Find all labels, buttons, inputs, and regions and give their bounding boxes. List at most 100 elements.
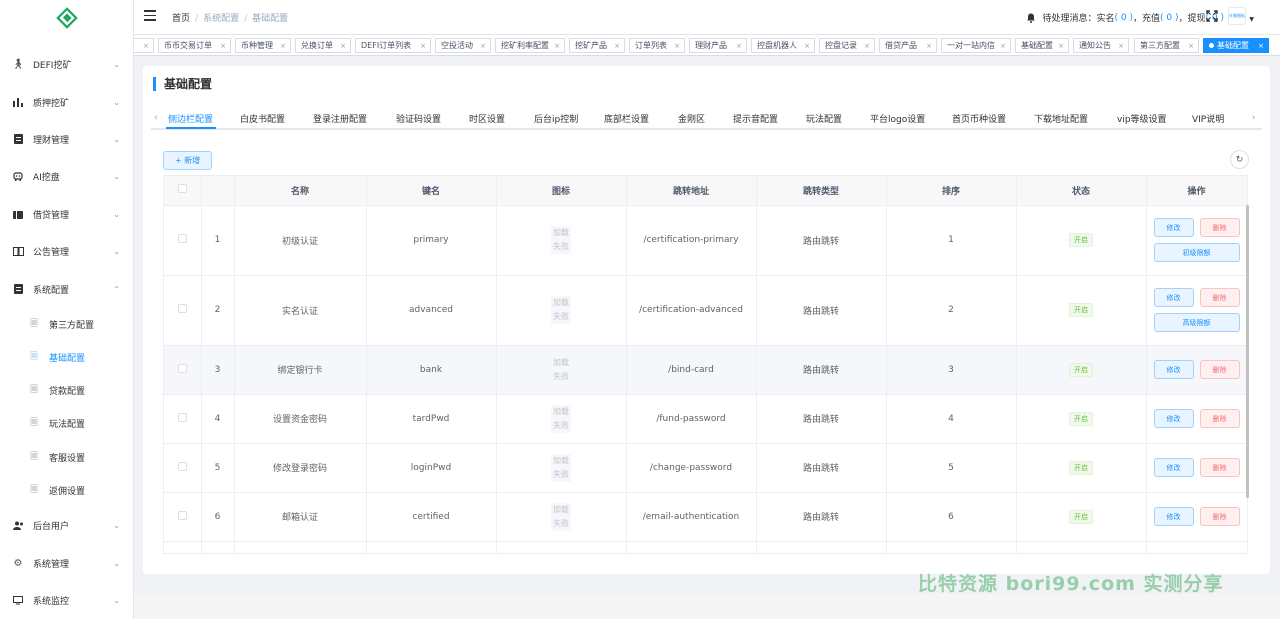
tab-home-coin-settings[interactable]: 首页币种设置	[952, 112, 1006, 125]
menu-ai-control[interactable]: AI挖盘 ⌄	[0, 163, 133, 189]
close-icon[interactable]: ×	[420, 42, 426, 50]
tag-item[interactable]: 订单列表 ×	[629, 38, 685, 53]
menu-staking-mining[interactable]: 质押挖矿 ⌄	[0, 89, 133, 115]
submenu-gameplay-config[interactable]: 🗏︎ 玩法配置	[0, 410, 133, 436]
submenu-customer-service[interactable]: 🗏︎ 客服设置	[0, 444, 133, 470]
close-icon[interactable]: ×	[864, 42, 870, 50]
delete-button[interactable]: 删除	[1199, 409, 1240, 428]
limit-button[interactable]: 初级限额	[1153, 243, 1240, 262]
menu-finance[interactable]: 理财管理 ⌄	[0, 126, 133, 152]
edit-button[interactable]: 修改	[1153, 360, 1194, 379]
tab-vip-level-settings[interactable]: vip等级设置	[1117, 112, 1167, 125]
tag-item[interactable]: 控盘记录 ×	[819, 38, 875, 53]
tab-kingkong-area[interactable]: 金刚区	[678, 112, 705, 125]
tab-sound-config[interactable]: 提示音配置	[733, 112, 778, 125]
delete-button[interactable]: 删除	[1199, 218, 1240, 237]
breadcrumb-system-config[interactable]: 系统配置	[203, 14, 239, 24]
close-icon[interactable]: ×	[554, 42, 560, 50]
edit-button[interactable]: 修改	[1153, 507, 1194, 526]
close-icon[interactable]: ×	[674, 42, 680, 50]
close-icon[interactable]: ×	[480, 42, 486, 50]
tag-item[interactable]: 借贷产品 ×	[879, 38, 937, 53]
tab-captcha-settings[interactable]: 验证码设置	[396, 112, 441, 125]
select-all-checkbox[interactable]	[177, 184, 187, 194]
delete-button[interactable]: 删除	[1199, 360, 1240, 379]
close-icon[interactable]: ×	[1000, 42, 1006, 50]
close-icon[interactable]: ×	[804, 42, 810, 50]
edit-button[interactable]: 修改	[1153, 458, 1194, 477]
menu-admin-users[interactable]: 后台用户 ⌄	[0, 512, 133, 538]
submenu-loan-config[interactable]: 🗏︎ 贷款配置	[0, 377, 133, 403]
limit-button[interactable]: 高级限额	[1153, 313, 1240, 332]
tag-item[interactable]: 挖矿利率配置 ×	[495, 38, 565, 53]
menu-defi-mining[interactable]: 🚶︎ DEFI挖矿 ⌄	[0, 51, 133, 77]
close-icon[interactable]: ×	[220, 42, 226, 50]
tag-item[interactable]: 币币交易订单 ×	[158, 38, 231, 53]
edit-button[interactable]: 修改	[1153, 409, 1194, 428]
close-icon[interactable]: ×	[1258, 42, 1264, 50]
avatar[interactable]: 头像图标	[1228, 7, 1246, 25]
row-checkbox[interactable]	[177, 234, 187, 243]
tag-item-active[interactable]: 基础配置 ×	[1203, 38, 1269, 53]
tab-sidebar-config[interactable]: 侧边栏配置	[168, 112, 213, 125]
edit-button[interactable]: 修改	[1153, 218, 1194, 237]
tag-item[interactable]: 理财产品 ×	[689, 38, 747, 53]
fullscreen-icon[interactable]	[1206, 10, 1218, 22]
submenu-rebate-settings[interactable]: 🗏︎ 返佣设置	[0, 477, 133, 503]
delete-button[interactable]: 删除	[1199, 458, 1240, 477]
menu-announcement[interactable]: 公告管理 ⌄	[0, 238, 133, 264]
tabs-prev-icon[interactable]: ‹	[154, 113, 158, 123]
table-row[interactable]: 6 邮箱认证 certified 加载失败 /email-authenticat…	[164, 492, 1247, 542]
table-row[interactable]: 4 设置资金密码 tardPwd 加载失败 /fund-password 路由跳…	[164, 394, 1247, 444]
tab-gameplay-config[interactable]: 玩法配置	[806, 112, 842, 125]
tag-item[interactable]: DEFI订单列表 ×	[355, 38, 431, 53]
menu-system-management[interactable]: ⚙ 系统管理 ⌄	[0, 550, 133, 576]
tag-item[interactable]: 基础配置 ×	[1015, 38, 1069, 53]
close-icon[interactable]: ×	[1188, 42, 1194, 50]
close-icon[interactable]: ×	[1118, 42, 1124, 50]
table-row[interactable]: 2 实名认证 advanced 加载失败 /certification-adva…	[164, 275, 1247, 346]
row-checkbox[interactable]	[177, 412, 187, 422]
pending-messages[interactable]: 待处理消息：实名 ( 0 ) ，充值 ( 0 ) ，提现 ( 0 )	[1026, 11, 1224, 24]
row-checkbox[interactable]	[177, 461, 187, 471]
row-checkbox[interactable]	[177, 304, 187, 313]
breadcrumb-home[interactable]: 首页	[172, 14, 190, 24]
close-icon[interactable]: ×	[614, 42, 620, 50]
tag-item[interactable]: 通知公告 ×	[1073, 38, 1129, 53]
menu-system-config[interactable]: 系统配置 ⌃	[0, 276, 133, 302]
row-checkbox[interactable]	[177, 510, 187, 520]
close-icon[interactable]: ×	[143, 42, 149, 50]
tag-item[interactable]: ×	[134, 38, 154, 53]
close-icon[interactable]: ×	[926, 42, 932, 50]
table-row[interactable]	[164, 541, 1247, 553]
tag-item[interactable]: 挖矿产品 ×	[569, 38, 625, 53]
tab-login-register-config[interactable]: 登录注册配置	[313, 112, 367, 125]
submenu-basic-config[interactable]: 🗏︎ 基础配置	[0, 344, 133, 370]
menu-loan[interactable]: 借贷管理 ⌄	[0, 201, 133, 227]
table-row[interactable]: 1 初级认证 primary 加载失败 /certification-prima…	[164, 205, 1247, 276]
menu-system-monitor[interactable]: 系统监控 ⌄	[0, 587, 133, 613]
submenu-third-party-config[interactable]: 🗏︎ 第三方配置	[0, 311, 133, 337]
tag-item[interactable]: 兑换订单 ×	[295, 38, 351, 53]
tab-download-config[interactable]: 下载地址配置	[1034, 112, 1088, 125]
tag-item[interactable]: 控盘机器人 ×	[751, 38, 815, 53]
table-row[interactable]: 5 修改登录密码 loginPwd 加载失败 /change-password …	[164, 443, 1247, 493]
tag-item[interactable]: 币种管理 ×	[235, 38, 291, 53]
close-icon[interactable]: ×	[736, 42, 742, 50]
delete-button[interactable]: 删除	[1199, 288, 1240, 307]
app-logo[interactable]	[0, 0, 133, 36]
close-icon[interactable]: ×	[1058, 42, 1064, 50]
close-icon[interactable]: ×	[280, 42, 286, 50]
tab-logo-settings[interactable]: 平台logo设置	[870, 112, 925, 125]
delete-button[interactable]: 删除	[1199, 507, 1240, 526]
tag-item[interactable]: 第三方配置 ×	[1134, 38, 1199, 53]
edit-button[interactable]: 修改	[1153, 288, 1194, 307]
close-icon[interactable]: ×	[340, 42, 346, 50]
add-button[interactable]: + 新增	[163, 151, 212, 170]
refresh-icon[interactable]: ↻	[1230, 150, 1249, 169]
tabs-next-icon[interactable]: ›	[1252, 113, 1256, 123]
row-checkbox[interactable]	[177, 363, 187, 373]
caret-down-icon[interactable]: ▼	[1249, 16, 1254, 23]
tag-item[interactable]: 一对一站内信 ×	[941, 38, 1011, 53]
tab-whitepaper-config[interactable]: 白皮书配置	[240, 112, 285, 125]
